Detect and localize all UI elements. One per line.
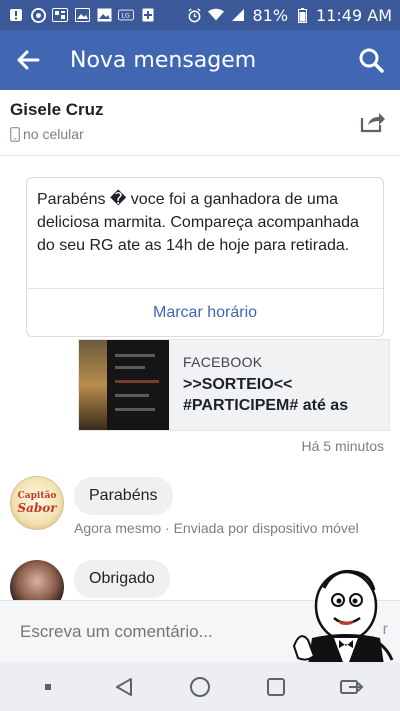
preview-headline-line1: >>SORTEIO<< (183, 376, 293, 393)
wifi-icon (208, 7, 225, 23)
message-text: Parabéns � voce foi a ganhadora de uma d… (37, 191, 359, 254)
triangle-back-icon (116, 677, 132, 696)
image-icon (74, 7, 90, 23)
contact-header: Gisele Cruz no celular (0, 90, 400, 156)
thumbnail-line (115, 380, 159, 383)
alarm-icon (186, 7, 202, 23)
page-title: Nova mensagem (70, 47, 257, 73)
thumbnail-line (115, 366, 145, 369)
search-icon (359, 48, 384, 73)
phone-icon (10, 126, 20, 142)
contact-subtitle: no celular (10, 126, 390, 142)
battery-percent: 81% (252, 5, 289, 25)
status-left-icons: LG (8, 7, 156, 23)
preview-site: FACEBOOK (183, 354, 263, 370)
arrow-left-icon (17, 50, 40, 70)
gallery-icon (96, 7, 112, 23)
android-nav-bar (0, 662, 400, 711)
contact-name[interactable]: Gisele Cruz (10, 100, 390, 120)
app-bar: Nova mensagem (0, 30, 400, 90)
nav-home-button[interactable] (185, 672, 215, 702)
avatar[interactable]: Capitão Sabor (10, 476, 64, 530)
message-card: Parabéns � voce foi a ganhadora de uma d… (26, 177, 384, 337)
share-button[interactable] (360, 110, 386, 136)
chrome-icon (30, 7, 46, 23)
preview-thumbnail (79, 340, 169, 430)
signal-icon (230, 7, 246, 23)
thumbnail-strip (79, 340, 107, 430)
message-timestamp: Há 5 minutos (301, 438, 384, 454)
reply-meta: Agora mesmo · Enviada por dispositivo mó… (74, 520, 359, 536)
thumbnail-line (115, 354, 155, 357)
switch-screen-icon (340, 679, 364, 694)
share-icon (360, 113, 385, 133)
reply-bubble[interactable]: Obrigado (74, 560, 170, 598)
preview-headline-line2: #PARTICIPEM# até as (183, 397, 349, 414)
schedule-button[interactable]: Marcar horário (27, 289, 383, 336)
reply-bubble[interactable]: Parabéns (74, 477, 173, 515)
circle-home-icon (190, 676, 210, 697)
search-button[interactable] (348, 42, 384, 78)
comment-input[interactable] (20, 621, 280, 642)
nav-back-button[interactable] (109, 672, 139, 702)
status-right-icons: 81% 11:49 AM (186, 6, 392, 25)
alert-icon (8, 7, 24, 23)
status-time: 11:49 AM (316, 5, 392, 25)
back-button[interactable] (16, 42, 52, 78)
battery-icon (294, 7, 310, 23)
status-bar: LG 81% 11:49 AM (0, 0, 400, 30)
avatar-logo-top: Capitão (17, 491, 57, 501)
thumbnail-line (115, 394, 149, 397)
nav-recents-button[interactable] (261, 672, 291, 702)
avatar-logo-bottom: Sabor (17, 501, 57, 515)
lg-icon: LG (118, 7, 134, 23)
dot-icon (45, 683, 51, 690)
link-preview[interactable]: FACEBOOK >>SORTEIO<< #PARTICIPEM# até as (78, 339, 390, 431)
square-recents-icon (267, 677, 285, 696)
preview-meta: FACEBOOK >>SORTEIO<< #PARTICIPEM# até as (169, 340, 356, 430)
nav-switch-button[interactable] (337, 672, 367, 702)
thumbnail-line (115, 408, 155, 411)
contact-subtitle-text: no celular (23, 126, 84, 142)
qr-icon (52, 7, 68, 23)
nav-dot-button[interactable] (33, 672, 63, 702)
plus-icon (140, 7, 156, 23)
svg-text:LG: LG (122, 13, 130, 20)
